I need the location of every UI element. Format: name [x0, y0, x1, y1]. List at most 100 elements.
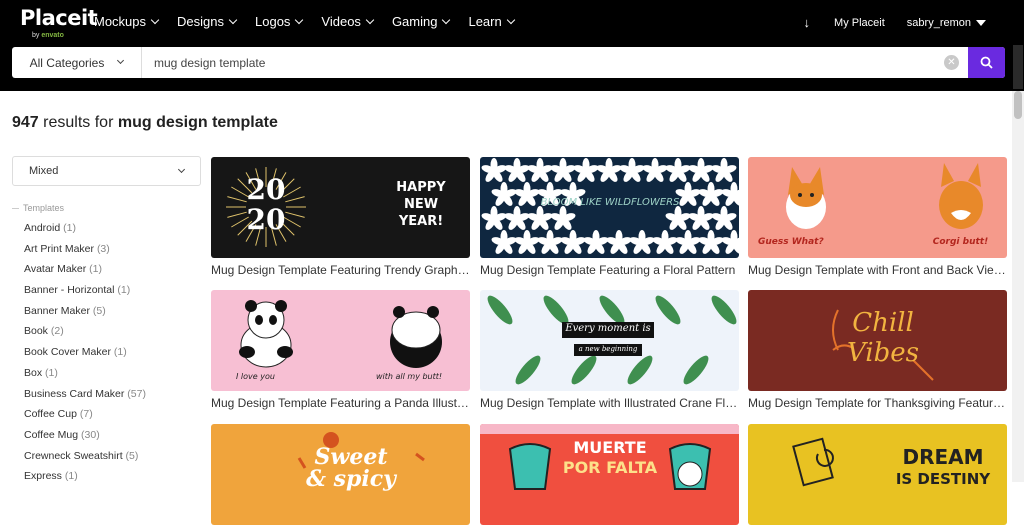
dream-text: DREAM — [902, 446, 984, 469]
sweet-spicy-artwork: Sweet& spicy — [297, 432, 425, 490]
my-placeit-link[interactable]: My Placeit — [834, 17, 885, 29]
result-title[interactable]: Mug Design Template Featuring a Floral P… — [480, 263, 739, 277]
result-thumbnail[interactable]: Sweet & spicy — [211, 424, 470, 525]
search-button[interactable] — [968, 47, 1005, 78]
chevron-down-icon — [506, 15, 515, 24]
sidebar-item-count: (1) — [117, 284, 131, 297]
sidebar-item-count: (1) — [45, 366, 58, 379]
result-thumbnail[interactable]: DREAM IS DESTINY — [748, 424, 1007, 525]
nav-gaming[interactable]: Gaming — [391, 14, 451, 29]
por-falta-text: POR FALTA — [562, 458, 658, 477]
chevron-down-icon — [442, 15, 451, 24]
corgi-right-text: Corgi butt! — [932, 237, 989, 247]
category-dropdown[interactable]: All Categories — [12, 47, 142, 78]
nav-logos[interactable]: Logos — [255, 14, 304, 29]
sidebar-item-android[interactable]: Android (1) — [24, 220, 146, 241]
sidebar-item-label: Banner - Horizontal — [24, 284, 115, 297]
user-menu[interactable]: sabry_remon — [907, 17, 986, 29]
sidebar-heading: Templates — [12, 203, 201, 213]
nav-designs[interactable]: Designs — [177, 14, 238, 29]
chevron-down-icon — [295, 15, 304, 24]
result-thumbnail[interactable]: Chill Vibes — [748, 290, 1007, 391]
result-card[interactable]: MUERTE POR FALTA — [480, 424, 739, 525]
panda-artwork: I love you with all my butt! — [236, 300, 442, 381]
nav-label: Gaming — [391, 14, 438, 29]
sidebar-item-banner-horizontal[interactable]: Banner - Horizontal (1) — [24, 282, 146, 303]
result-thumbnail[interactable]: BLOOM LIKE WILDFLOWERS — [480, 157, 739, 258]
search-icon — [980, 56, 993, 69]
result-card[interactable]: Sweet & spicy — [211, 424, 470, 525]
scrollbar-top-track — [1013, 45, 1023, 89]
sidebar-heading-label: Templates — [23, 203, 65, 213]
account-nav: ↓ My Placeit sabry_remon — [804, 15, 986, 30]
sidebar-item-coffee-cup[interactable]: Coffee Cup (7) — [24, 406, 146, 427]
results-text: results for — [38, 114, 118, 131]
result-title[interactable]: Mug Design Template with Front and Back … — [748, 263, 1007, 277]
sidebar-item-art-print-maker[interactable]: Art Print Maker (3) — [24, 241, 146, 262]
chevron-down-icon — [150, 15, 160, 24]
sidebar-item-label: Box — [24, 366, 43, 379]
clear-search-icon[interactable]: ✕ — [944, 55, 959, 70]
chevron-down-icon — [117, 56, 125, 65]
result-card[interactable]: 20 20 HAPPY NEW YEAR! Mug Design Template… — [211, 157, 470, 277]
download-icon[interactable]: ↓ — [804, 15, 811, 30]
scrollbar-thumb[interactable] — [1014, 91, 1022, 119]
new-year-digits: 20 20 — [246, 175, 286, 236]
result-thumbnail[interactable]: MUERTE POR FALTA — [480, 424, 739, 525]
sidebar-item-crewneck-sweatshirt[interactable]: Crewneck Sweatshirt (5) — [24, 448, 146, 469]
sidebar-item-count: (1) — [113, 346, 127, 359]
result-card[interactable]: BLOOM LIKE WILDFLOWERS Mug Design Templat… — [480, 157, 739, 277]
result-title[interactable]: Mug Design Template with Illustrated Cra… — [480, 396, 739, 410]
result-card[interactable]: DREAM IS DESTINY — [748, 424, 1007, 525]
search-input[interactable] — [142, 47, 968, 78]
sort-dropdown[interactable]: Mixed — [12, 156, 201, 186]
sidebar-item-count: (1) — [89, 263, 103, 276]
sidebar-item-book[interactable]: Book (2) — [24, 323, 146, 344]
page-scrollbar[interactable] — [1012, 91, 1024, 482]
top-navigation-bar: Placeit by envato Mockups Designs Logos … — [0, 0, 1024, 91]
result-thumbnail[interactable]: 20 20 HAPPY NEW YEAR! — [211, 157, 470, 258]
template-filter-list: Android (1) Art Print Maker (3) Avatar Mak… — [24, 220, 146, 489]
sidebar-item-avatar-maker[interactable]: Avatar Maker (1) — [24, 261, 146, 282]
sidebar-item-coffee-mug[interactable]: Coffee Mug (30) — [24, 427, 146, 448]
result-title[interactable]: Mug Design Template Featuring a Panda Il… — [211, 396, 470, 410]
crane-text-line1: Every moment is — [565, 323, 651, 334]
sidebar-item-box[interactable]: Box (1) — [24, 365, 146, 386]
nav-mockups[interactable]: Mockups — [94, 14, 160, 29]
nav-label: Learn — [468, 14, 502, 29]
result-thumbnail[interactable]: Guess What? Corgi butt! — [748, 157, 1007, 258]
logo-byline: by envato — [32, 32, 64, 39]
sidebar-item-express[interactable]: Express (1) — [24, 468, 146, 489]
sidebar-item-label: Express — [24, 470, 62, 483]
result-thumbnail[interactable]: Every moment is a new beginning — [480, 290, 739, 391]
sidebar-item-label: Art Print Maker — [24, 242, 95, 255]
sidebar-item-banner-maker[interactable]: Banner Maker (5) — [24, 303, 146, 324]
result-title[interactable]: Mug Design Template Featuring Trendy Gra… — [211, 263, 470, 277]
results-term: mug design template — [117, 114, 278, 131]
logo-wordmark: Placeit — [20, 6, 98, 30]
nav-label: Logos — [255, 14, 291, 29]
nav-label: Videos — [321, 14, 361, 29]
result-card[interactable]: Guess What? Corgi butt! Mug Design Templa… — [748, 157, 1007, 277]
crane-flower-artwork: Every moment is a new beginning — [487, 295, 737, 385]
result-card[interactable]: Chill Vibes Mug Design Template for Thanks… — [748, 290, 1007, 410]
muerte-text: MUERTE — [573, 438, 647, 457]
search-bar: All Categories ✕ — [12, 47, 1005, 78]
sidebar-item-business-card-maker[interactable]: Business Card Maker (57) — [24, 386, 146, 407]
floral-pattern-artwork: BLOOM LIKE WILDFLOWERS — [481, 158, 739, 254]
chevron-down-icon — [177, 165, 186, 173]
result-card[interactable]: Every moment is a new beginning Mug Desig… — [480, 290, 739, 410]
nav-videos[interactable]: Videos — [321, 14, 375, 29]
sort-label: Mixed — [29, 165, 59, 177]
sidebar-item-book-cover-maker[interactable]: Book Cover Maker (1) — [24, 344, 146, 365]
chevron-down-icon — [365, 15, 375, 24]
placeit-logo[interactable]: Placeit by envato — [20, 6, 98, 39]
new-year-greeting: HAPPY NEW YEAR! — [396, 180, 446, 229]
result-card[interactable]: I love you with all my butt! Mug Design T… — [211, 290, 470, 410]
sidebar-item-label: Avatar Maker — [24, 263, 87, 276]
sidebar-item-count: (1) — [63, 222, 76, 234]
result-title[interactable]: Mug Design Template for Thanksgiving Fea… — [748, 396, 1007, 410]
corgi-artwork: Guess What? Corgi butt! — [758, 163, 989, 247]
result-thumbnail[interactable]: I love you with all my butt! — [211, 290, 470, 391]
nav-learn[interactable]: Learn — [468, 14, 515, 29]
